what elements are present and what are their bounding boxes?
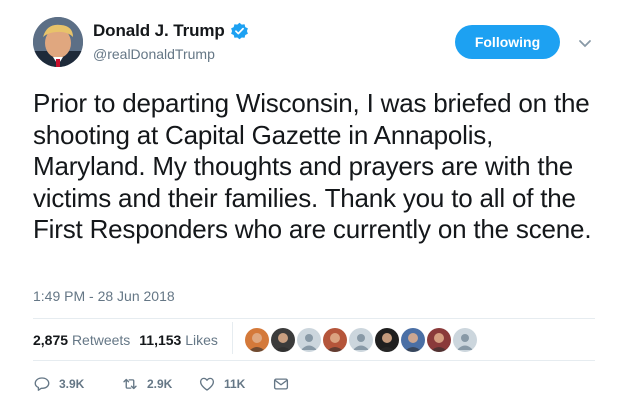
retweets-count: 2,875	[33, 332, 69, 348]
retweet-icon	[123, 378, 137, 390]
verified-badge-icon	[230, 22, 249, 41]
author-display-name[interactable]: Donald J. Trump	[93, 21, 225, 41]
likes-stat[interactable]: 11,153 Likes	[139, 332, 218, 348]
divider	[33, 360, 595, 361]
likes-label: Likes	[185, 332, 218, 348]
retweets-stat[interactable]: 2,875 Retweets	[33, 332, 130, 348]
author-avatar[interactable]	[33, 17, 83, 67]
reply-count: 3.9K	[59, 377, 85, 391]
stats-separator	[232, 322, 233, 354]
liker-avatar[interactable]	[323, 328, 347, 352]
like-button[interactable]: 11K	[198, 375, 245, 393]
like-count: 11K	[224, 377, 246, 391]
retweet-button[interactable]: 2.9K	[121, 375, 172, 393]
default-avatar-icon[interactable]	[297, 328, 321, 352]
reply-button[interactable]: 3.9K	[33, 375, 84, 393]
envelope-icon	[273, 378, 289, 390]
default-avatar-icon[interactable]	[349, 328, 373, 352]
engagement-stats: 2,875 Retweets 11,153 Likes	[33, 332, 227, 348]
author-handle[interactable]: @realDonaldTrump	[93, 46, 215, 62]
retweets-label: Retweets	[71, 332, 131, 348]
tweet-timestamp[interactable]: 1:49 PM - 28 Jun 2018	[33, 288, 175, 304]
tweet-actions: 3.9K 2.9K 11K	[33, 375, 313, 395]
retweet-count: 2.9K	[147, 377, 173, 391]
heart-icon	[199, 377, 215, 391]
likes-count: 11,153	[139, 332, 182, 348]
direct-message-button[interactable]	[272, 375, 298, 393]
divider	[33, 318, 595, 319]
following-button[interactable]: Following	[455, 25, 560, 59]
liker-avatar[interactable]	[271, 328, 295, 352]
likers-avatars	[245, 328, 479, 352]
liker-avatar[interactable]	[401, 328, 425, 352]
default-avatar-icon[interactable]	[453, 328, 477, 352]
tweet-text: Prior to departing Wisconsin, I was brie…	[33, 88, 592, 244]
liker-avatar[interactable]	[375, 328, 399, 352]
chevron-down-icon[interactable]	[578, 36, 592, 48]
liker-avatar[interactable]	[427, 328, 451, 352]
reply-icon	[34, 377, 50, 391]
liker-avatar[interactable]	[245, 328, 269, 352]
